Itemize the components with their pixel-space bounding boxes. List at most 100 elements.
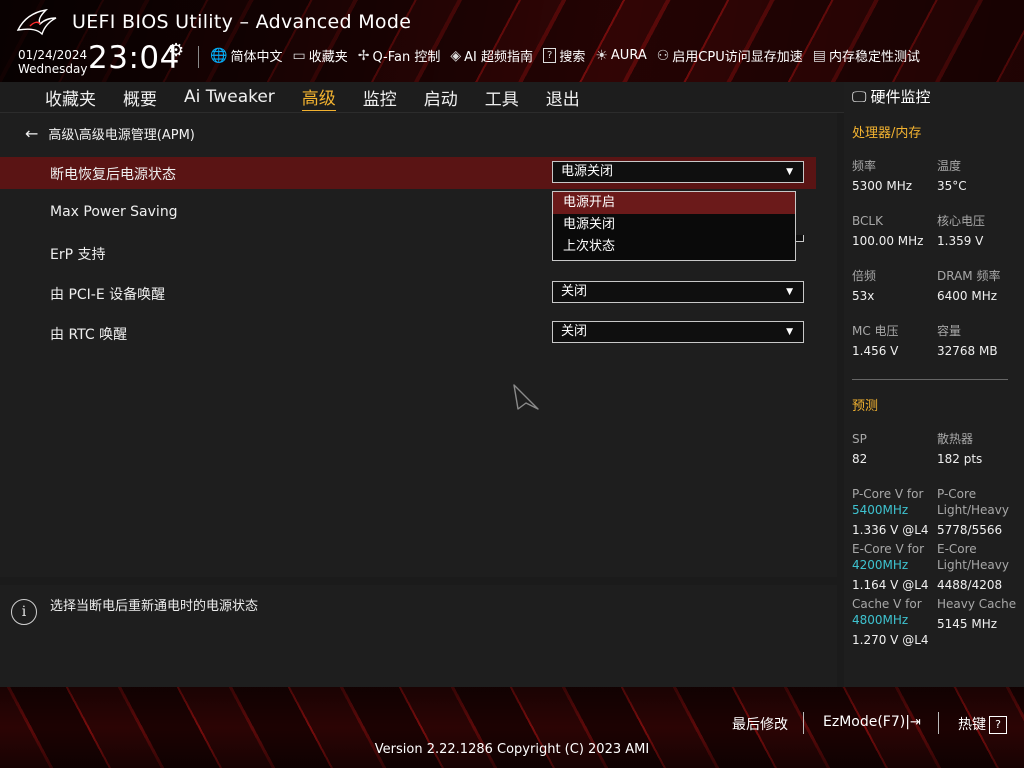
setting-label: Max Power Saving (50, 204, 178, 220)
help-text: 选择当断电后重新通电时的电源状态 (50, 599, 259, 614)
cpu-memory-section-title: 处理器/内存 (852, 126, 922, 141)
aura-light-icon: ☀ (595, 47, 608, 64)
ezmode-label: EzMode(F7)| (823, 714, 910, 730)
memtest-label: 内存稳定性测试 (828, 50, 920, 65)
cpu-frequency-label: 频率 (852, 159, 877, 173)
search-box-icon: ? (543, 48, 557, 63)
memory-test-icon: ▤ (812, 47, 826, 64)
rtc-wake-select[interactable]: 关闭 ▼ (552, 321, 804, 343)
pcore-v-frequency: 5400MHz (852, 503, 909, 517)
tab-boot[interactable]: 启动 (424, 85, 458, 110)
dropdown-option-power-on[interactable]: 电源开启 (553, 192, 795, 214)
hotkeys-label: 热键 (958, 717, 986, 733)
exit-arrow-icon: ⇥ (909, 715, 921, 730)
chevron-down-icon: ▼ (786, 167, 793, 177)
settings-panel: ← 高级\高级电源管理(APM) 断电恢复后电源状态 电源关闭 ▼ Max Po… (0, 113, 837, 577)
cooler-label: 散热器 (937, 432, 974, 446)
setting-label: 由 RTC 唤醒 (50, 327, 128, 343)
main-menu: 收藏夹 概要 Ai Tweaker 高级 监控 启动 工具 退出 (0, 82, 882, 113)
chevron-down-icon: ▼ (786, 287, 793, 297)
tab-favorites[interactable]: 收藏夹 (45, 85, 96, 110)
clock-time: 23:04 (88, 40, 180, 76)
ai-oc-guide-button[interactable]: ◈ AI 超频指南 (450, 46, 533, 66)
help-question-icon: ? (989, 716, 1007, 734)
bclk-label: BCLK (852, 214, 883, 228)
chevron-down-icon: ▼ (786, 327, 793, 337)
language-label: 简体中文 (230, 50, 283, 65)
breadcrumb: ← 高级\高级电源管理(APM) (25, 124, 195, 143)
power-restore-dropdown: 电源开启 电源关闭 上次状态 (552, 191, 796, 261)
qfan-button[interactable]: ✢ Q-Fan 控制 (357, 46, 441, 66)
ecore-v-value: 1.164 V @L4 (852, 578, 929, 592)
breadcrumb-path: 高级\高级电源管理(APM) (48, 128, 195, 143)
mouse-pointer-icon (513, 384, 539, 410)
tab-main[interactable]: 概要 (123, 85, 157, 110)
cache-v-frequency: 4800MHz (852, 613, 909, 627)
capacity-label: 容量 (937, 324, 962, 338)
date-display: 01/24/2024 Wednesday (18, 48, 87, 76)
core-voltage-value: 1.359 V (937, 234, 984, 248)
pcore-lh-label-1: P-Core (937, 487, 977, 501)
dropdown-option-last-state[interactable]: 上次状态 (553, 236, 795, 258)
tab-advanced[interactable]: 高级 (301, 84, 336, 111)
back-arrow-icon[interactable]: ← (25, 124, 38, 143)
pcore-lh-label-2: Light/Heavy (937, 503, 1009, 517)
last-modified-button[interactable]: 最后修改 (732, 714, 788, 734)
globe-icon: 🌐 (210, 47, 228, 64)
qfan-label: Q-Fan 控制 (372, 50, 441, 65)
ezmode-button[interactable]: EzMode(F7)|⇥ (823, 714, 921, 730)
ratio-label: 倍频 (852, 269, 877, 283)
tab-monitor[interactable]: 监控 (363, 85, 397, 110)
fan-icon: ✢ (357, 47, 370, 64)
select-value: 电源关闭 (561, 164, 614, 179)
setting-row-power-restore[interactable]: 断电恢复后电源状态 电源关闭 ▼ (0, 157, 816, 189)
header-divider (198, 46, 199, 68)
clock-settings-icon[interactable]: ⚙ (168, 40, 184, 61)
resizable-bar-button[interactable]: ⚇ 启用CPU访问显存加速 (656, 46, 803, 66)
setting-row-rtc-wake[interactable]: 由 RTC 唤醒 关闭 ▼ (0, 317, 816, 349)
pcore-v-label: P-Core V for (852, 487, 924, 501)
favorites-label: 收藏夹 (308, 50, 348, 65)
footer-divider (938, 712, 939, 734)
setting-row-pcie-wake[interactable]: 由 PCI-E 设备唤醒 关闭 ▼ (0, 277, 816, 309)
top-banner: UEFI BIOS Utility – Advanced Mode 01/24/… (0, 0, 1024, 82)
pcie-wake-select[interactable]: 关闭 ▼ (552, 281, 804, 303)
favorites-button[interactable]: ▭ 收藏夹 (292, 46, 348, 66)
cpu-temperature-value: 35°C (937, 179, 967, 193)
select-value: 关闭 (561, 284, 588, 299)
heavy-cache-value: 5145 MHz (937, 617, 998, 631)
app-title: UEFI BIOS Utility – Advanced Mode (72, 11, 412, 33)
ecore-lh-label-1: E-Core (937, 542, 977, 556)
select-value: 关闭 (561, 324, 588, 339)
tab-tool[interactable]: 工具 (485, 85, 519, 110)
pcore-lh-value: 5778/5566 (937, 523, 1003, 537)
mc-voltage-value: 1.456 V (852, 344, 899, 358)
cpu-temperature-label: 温度 (937, 159, 962, 173)
sp-label: SP (852, 432, 867, 446)
version-text: Version 2.22.1286 Copyright (C) 2023 AMI (374, 742, 650, 757)
aura-button[interactable]: ☀ AURA (595, 48, 646, 64)
language-button[interactable]: 🌐 简体中文 (210, 46, 283, 66)
cache-v-label: Cache V for (852, 597, 922, 611)
core-voltage-label: 核心电压 (937, 214, 986, 228)
ratio-value: 53x (852, 289, 875, 303)
search-button[interactable]: ? 搜索 (543, 46, 585, 65)
mc-voltage-label: MC 电压 (852, 324, 899, 338)
resizable-bar-label: 启用CPU访问显存加速 (672, 50, 803, 65)
hardware-monitor-label: 硬件监控 (870, 88, 931, 106)
hardware-monitor-panel: 🖵 硬件监控 处理器/内存 频率 温度 5300 MHz 35°C BCLK 核… (844, 82, 1024, 687)
ecore-v-label: E-Core V for (852, 542, 925, 556)
power-restore-select[interactable]: 电源关闭 ▼ (552, 161, 804, 183)
setting-label: 断电恢复后电源状态 (50, 167, 176, 183)
cpu-memory-icon: ⚇ (656, 47, 670, 64)
prediction-section-title: 预测 (852, 399, 879, 414)
tab-ai-tweaker[interactable]: Ai Tweaker (184, 87, 275, 107)
hw-divider (852, 379, 1008, 380)
dram-frequency-label: DRAM 频率 (937, 269, 1001, 283)
dropdown-option-power-off[interactable]: 电源关闭 (553, 214, 795, 236)
tab-exit[interactable]: 退出 (546, 85, 580, 110)
memtest-button[interactable]: ▤ 内存稳定性测试 (812, 46, 920, 66)
capacity-value: 32768 MB (937, 344, 998, 358)
hotkeys-button[interactable]: 热键? (958, 714, 1007, 734)
setting-label: ErP 支持 (50, 247, 106, 263)
